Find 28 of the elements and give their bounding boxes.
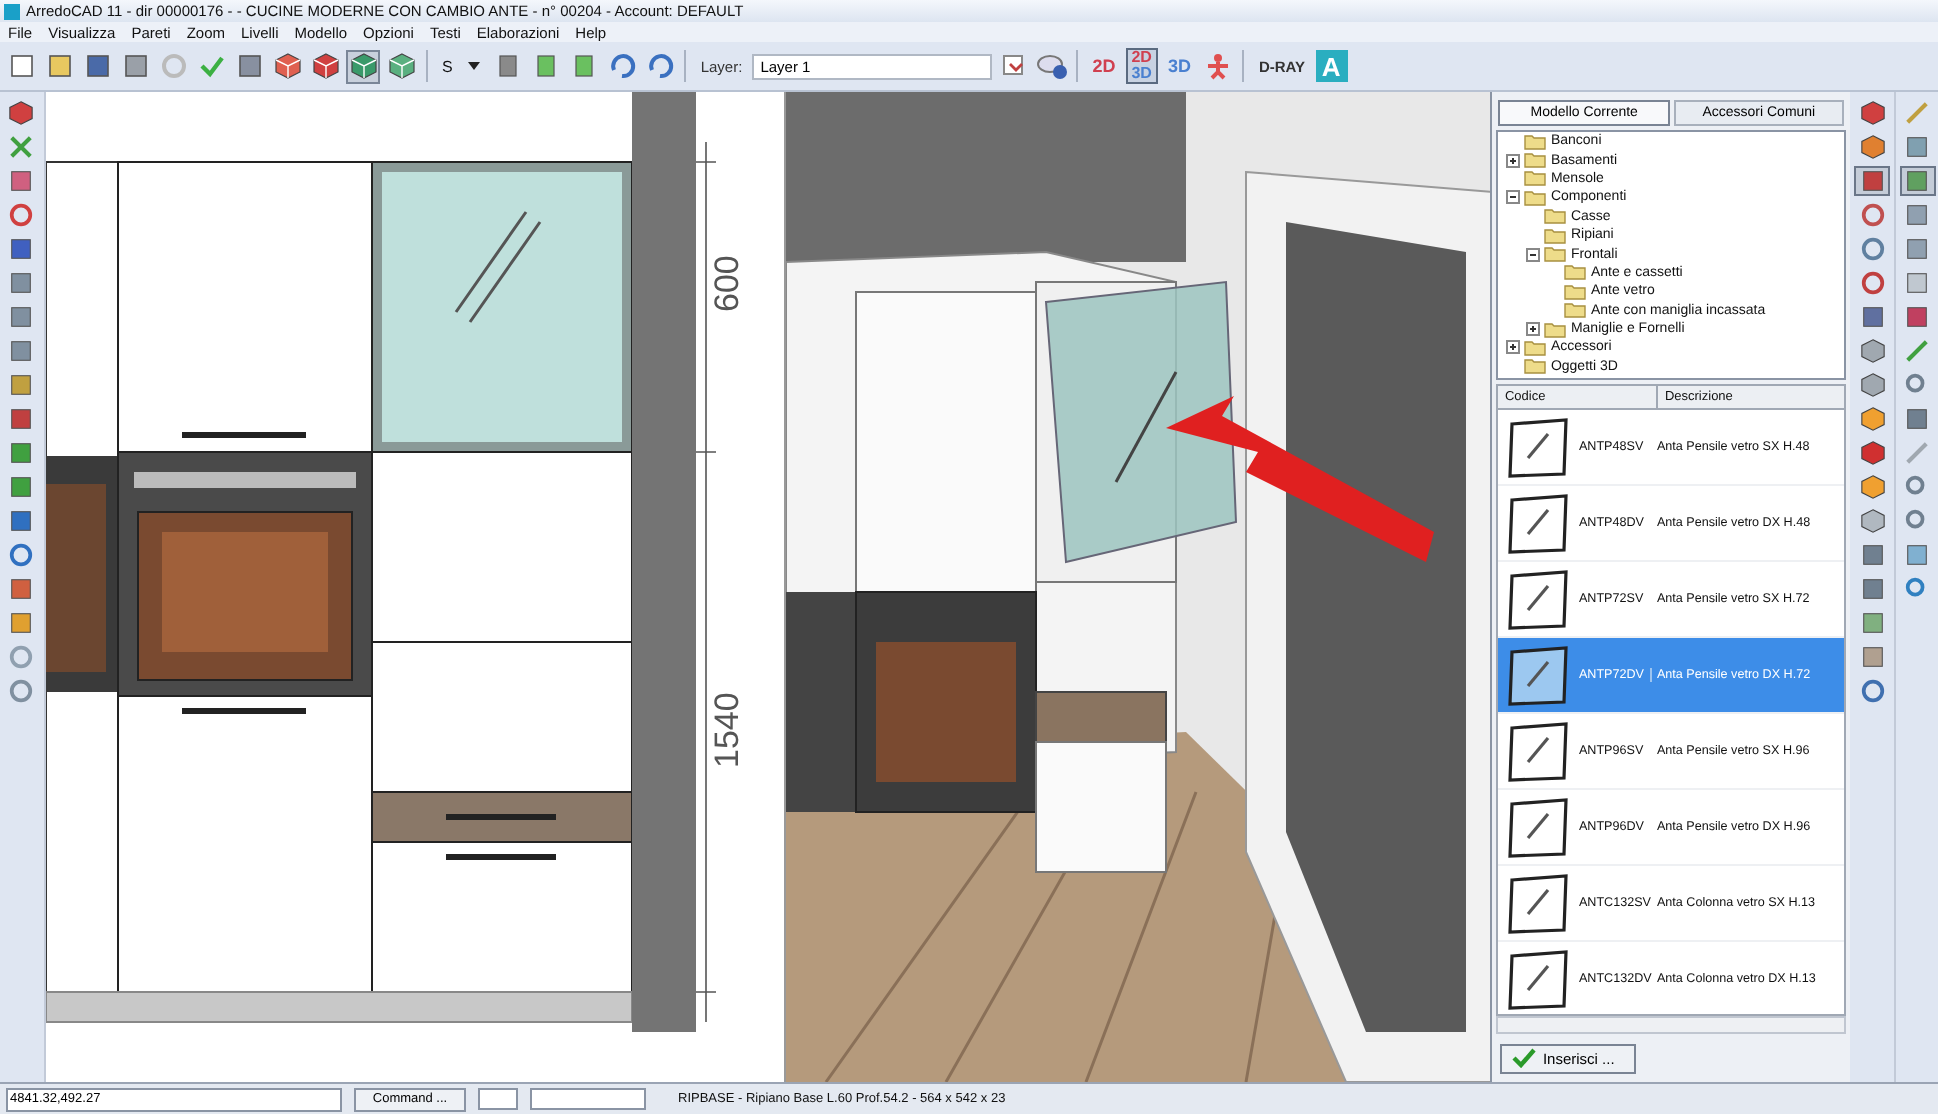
glass-door-thumbnail-icon (1504, 717, 1573, 785)
view-mode-button[interactable]: 2D (1086, 48, 1122, 84)
dimension-label: 600 (707, 255, 746, 312)
cube-icon[interactable] (308, 49, 342, 83)
glass-door-thumbnail-icon (1504, 793, 1573, 861)
glass-door-thumbnail-icon (1504, 565, 1573, 633)
glass-door-thumbnail-icon (1504, 489, 1573, 557)
expander-icon[interactable] (1506, 190, 1521, 205)
glass-door-thumbnail-icon (1504, 641, 1573, 709)
dimension-label: 1540 (707, 692, 746, 768)
expander-icon[interactable] (1526, 322, 1541, 337)
expander-icon[interactable] (1506, 340, 1521, 355)
cube-icon[interactable] (346, 49, 380, 83)
status-field (478, 1088, 518, 1110)
glass-door-thumbnail-icon (1504, 869, 1573, 937)
panel-icon[interactable] (1899, 166, 1935, 196)
caret-icon[interactable] (468, 62, 481, 70)
cube-icon[interactable] (270, 49, 304, 83)
checkmark-icon (1512, 1048, 1537, 1068)
glass-door-thumbnail-icon (1504, 413, 1573, 481)
horizontal-scrollbar[interactable] (1496, 1016, 1847, 1034)
status-field (530, 1088, 646, 1110)
expander-icon[interactable] (1526, 247, 1541, 262)
layers-icon[interactable] (1034, 49, 1069, 83)
expander-icon[interactable] (1506, 153, 1521, 168)
cube-icon[interactable] (384, 49, 418, 83)
app-logo-icon (4, 3, 20, 19)
snap-button[interactable]: S (436, 57, 459, 75)
